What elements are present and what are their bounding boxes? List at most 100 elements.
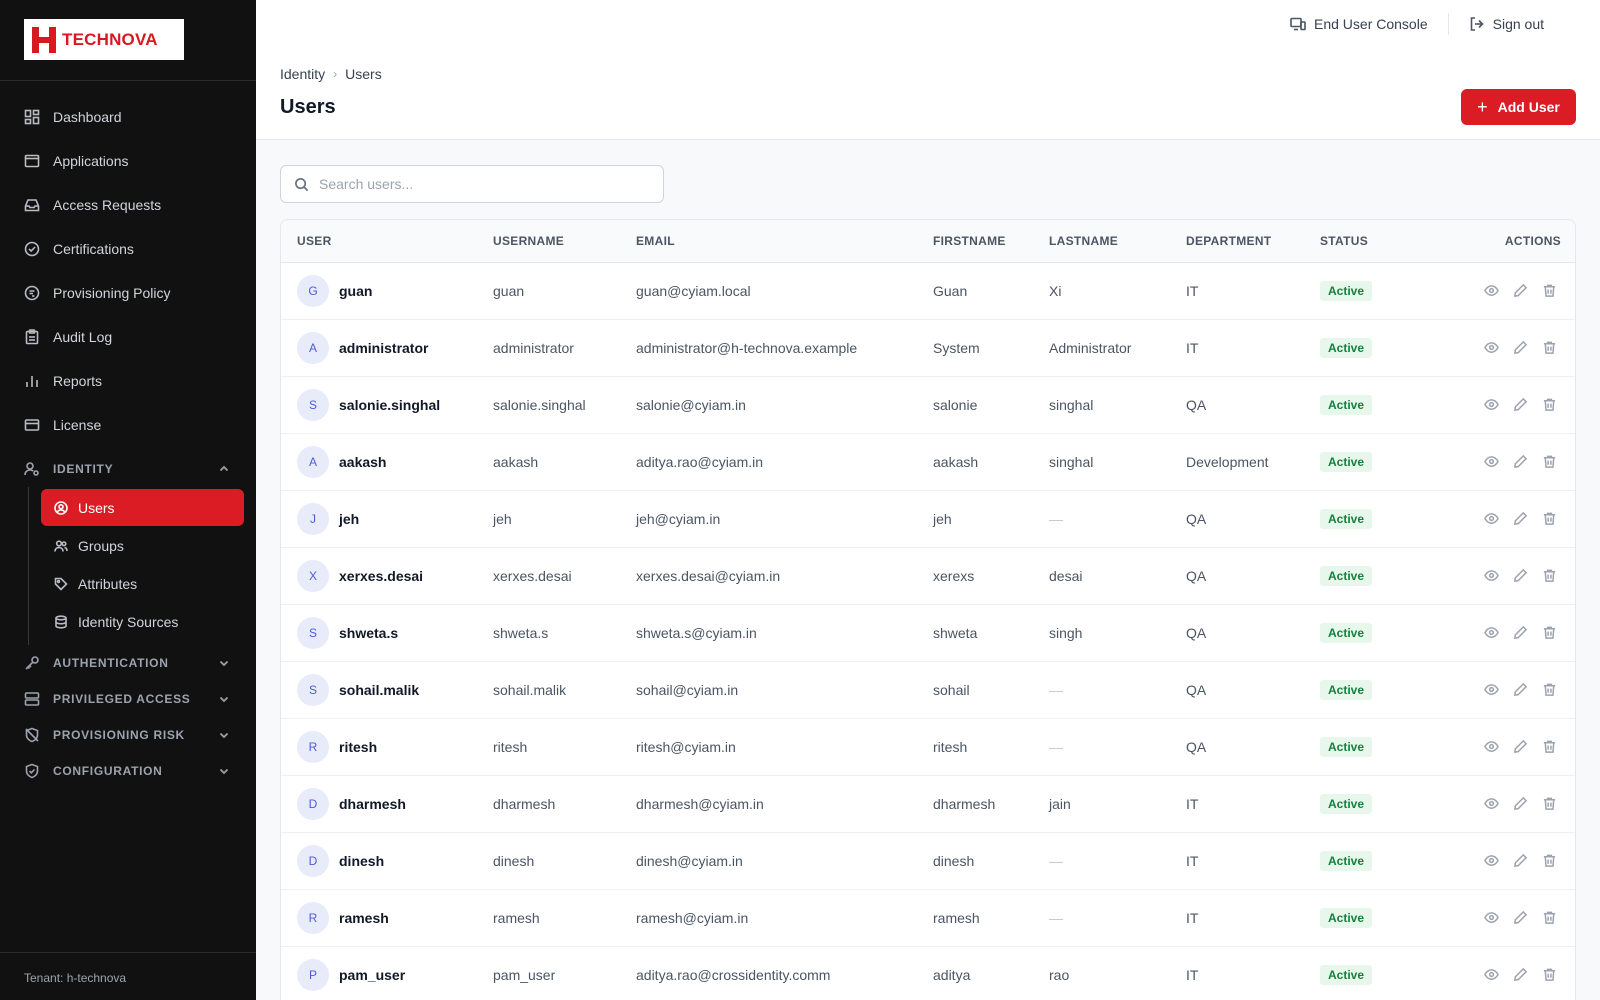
pencil-icon[interactable] <box>1513 796 1528 811</box>
trash-icon[interactable] <box>1542 454 1557 469</box>
eye-icon[interactable] <box>1484 739 1499 754</box>
eye-icon[interactable] <box>1484 454 1499 469</box>
user-name[interactable]: sohail.malik <box>339 682 419 698</box>
eye-icon[interactable] <box>1484 568 1499 583</box>
department-cell: IT <box>1186 795 1199 812</box>
user-name[interactable]: xerxes.desai <box>339 568 423 584</box>
nav-section-provisioning-risk[interactable]: PROVISIONING RISK <box>0 717 256 753</box>
user-name[interactable]: shweta.s <box>339 625 398 641</box>
column-header-user[interactable]: USER <box>281 220 477 263</box>
trash-icon[interactable] <box>1542 568 1557 583</box>
trash-icon[interactable] <box>1542 739 1557 754</box>
trash-icon[interactable] <box>1542 796 1557 811</box>
user-name[interactable]: ritesh <box>339 739 377 755</box>
trash-icon[interactable] <box>1542 910 1557 925</box>
sidebar-item-identity-sources[interactable]: Identity Sources <box>41 603 256 640</box>
eye-icon[interactable] <box>1484 682 1499 697</box>
trash-icon[interactable] <box>1542 682 1557 697</box>
eye-icon[interactable] <box>1484 967 1499 982</box>
trash-icon[interactable] <box>1542 283 1557 298</box>
top-bar: End User Console Sign out <box>256 0 1600 48</box>
pencil-icon[interactable] <box>1513 853 1528 868</box>
table-row[interactable]: Ssalonie.singhal salonie.singhal salonie@c… <box>281 376 1575 433</box>
user-name[interactable]: salonie.singhal <box>339 397 440 413</box>
pencil-icon[interactable] <box>1513 568 1528 583</box>
nav-item-certifications[interactable]: Certifications <box>0 227 256 271</box>
search-input[interactable] <box>319 176 639 192</box>
eye-icon[interactable] <box>1484 397 1499 412</box>
trash-icon[interactable] <box>1542 397 1557 412</box>
user-cog-icon <box>24 462 39 476</box>
nav-section-identity[interactable]: IDENTITY <box>0 451 256 487</box>
breadcrumb-identity[interactable]: Identity <box>280 66 325 82</box>
pencil-icon[interactable] <box>1513 967 1528 982</box>
nav-item-dashboard[interactable]: Dashboard <box>0 95 256 139</box>
pencil-icon[interactable] <box>1513 625 1528 640</box>
table-row[interactable]: Ssohail.malik sohail.malik sohail@cyiam.in… <box>281 661 1575 718</box>
nav-item-applications[interactable]: Applications <box>0 139 256 183</box>
pencil-icon[interactable] <box>1513 454 1528 469</box>
eye-icon[interactable] <box>1484 853 1499 868</box>
eye-icon[interactable] <box>1484 511 1499 526</box>
pencil-icon[interactable] <box>1513 283 1528 298</box>
eye-icon[interactable] <box>1484 625 1499 640</box>
pencil-icon[interactable] <box>1513 682 1528 697</box>
user-name[interactable]: guan <box>339 283 372 299</box>
table-row[interactable]: Ppam_user pam_user aditya.rao@crossidentit… <box>281 946 1575 1000</box>
eye-icon[interactable] <box>1484 910 1499 925</box>
email-cell: aditya.rao@crossidentity.comm <box>636 966 831 983</box>
user-name[interactable]: ramesh <box>339 910 389 926</box>
trash-icon[interactable] <box>1542 853 1557 868</box>
window-icon <box>24 154 40 168</box>
pencil-icon[interactable] <box>1513 397 1528 412</box>
column-header-lastname[interactable]: LASTNAME <box>1033 220 1170 263</box>
table-row[interactable]: Aadministrator administrator administrator… <box>281 319 1575 376</box>
eye-icon[interactable] <box>1484 796 1499 811</box>
nav-item-license[interactable]: License <box>0 403 256 447</box>
table-row[interactable]: Aaakash aakash aditya.rao@cyiam.in aakash si… <box>281 433 1575 490</box>
sidebar-item-users[interactable]: Users <box>41 489 244 526</box>
sidebar-item-attributes[interactable]: Attributes <box>41 565 256 602</box>
end-user-console-link[interactable]: End User Console <box>1270 16 1448 32</box>
user-name[interactable]: administrator <box>339 340 428 356</box>
table-row[interactable]: Xxerxes.desai xerxes.desai xerxes.desai@cy… <box>281 547 1575 604</box>
nav-item-audit-log[interactable]: Audit Log <box>0 315 256 359</box>
trash-icon[interactable] <box>1542 967 1557 982</box>
user-name[interactable]: jeh <box>339 511 359 527</box>
pencil-icon[interactable] <box>1513 511 1528 526</box>
user-name[interactable]: aakash <box>339 454 386 470</box>
table-row[interactable]: Sshweta.s shweta.s shweta.s@cyiam.in shweta… <box>281 604 1575 661</box>
nav-section-privileged-access[interactable]: PRIVILEGED ACCESS <box>0 681 256 717</box>
trash-icon[interactable] <box>1542 511 1557 526</box>
pencil-icon[interactable] <box>1513 910 1528 925</box>
column-header-department[interactable]: DEPARTMENT <box>1170 220 1304 263</box>
sign-out-link[interactable]: Sign out <box>1449 16 1564 32</box>
nav-section-configuration[interactable]: CONFIGURATION <box>0 753 256 789</box>
sidebar-item-groups[interactable]: Groups <box>41 527 256 564</box>
user-name[interactable]: dinesh <box>339 853 384 869</box>
user-name[interactable]: dharmesh <box>339 796 406 812</box>
nav-item-reports[interactable]: Reports <box>0 359 256 403</box>
user-name[interactable]: pam_user <box>339 967 405 983</box>
table-row[interactable]: Gguan guan guan@cyiam.local Guan Xi IT Active <box>281 262 1575 319</box>
eye-icon[interactable] <box>1484 283 1499 298</box>
column-header-firstname[interactable]: FIRSTNAME <box>917 220 1033 263</box>
table-row[interactable]: Rramesh ramesh ramesh@cyiam.in ramesh — IT Act… <box>281 889 1575 946</box>
eye-icon[interactable] <box>1484 340 1499 355</box>
table-row[interactable]: Jjeh jeh jeh@cyiam.in jeh — QA Active <box>281 490 1575 547</box>
column-header-status[interactable]: STATUS <box>1304 220 1416 263</box>
nav-item-access-requests[interactable]: Access Requests <box>0 183 256 227</box>
pencil-icon[interactable] <box>1513 739 1528 754</box>
brand-logo[interactable]: TECHNOVA <box>24 19 184 60</box>
add-user-button[interactable]: + Add User <box>1461 89 1576 125</box>
nav-section-authentication[interactable]: AUTHENTICATION <box>0 645 256 681</box>
trash-icon[interactable] <box>1542 625 1557 640</box>
pencil-icon[interactable] <box>1513 340 1528 355</box>
table-row[interactable]: Ddharmesh dharmesh dharmesh@cyiam.in dharme… <box>281 775 1575 832</box>
table-row[interactable]: Rritesh ritesh ritesh@cyiam.in ritesh — QA Act… <box>281 718 1575 775</box>
column-header-username[interactable]: USERNAME <box>477 220 620 263</box>
column-header-email[interactable]: EMAIL <box>620 220 917 263</box>
trash-icon[interactable] <box>1542 340 1557 355</box>
table-row[interactable]: Ddinesh dinesh dinesh@cyiam.in dinesh — IT Act… <box>281 832 1575 889</box>
nav-item-provisioning-policy[interactable]: Provisioning Policy <box>0 271 256 315</box>
